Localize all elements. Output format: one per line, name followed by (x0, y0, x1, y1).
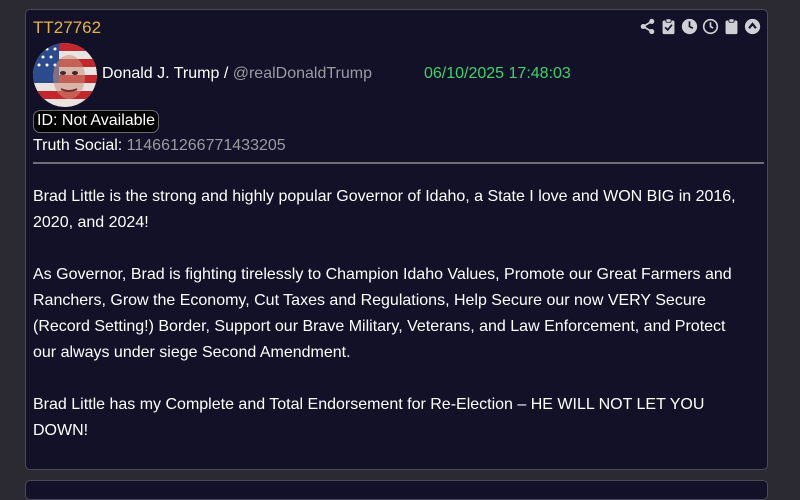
truth-social-line: Truth Social: 114661266771433205 (33, 137, 286, 155)
chevron-up-icon[interactable] (743, 17, 762, 36)
post-timestamp: 06/10/2025 17:48:03 (424, 65, 571, 82)
post-paragraph: As Governor, Brad is fighting tirelessly… (33, 266, 732, 361)
author-handle[interactable]: @realDonaldTrump (233, 65, 372, 82)
author-name: Donald J. Trump (102, 65, 220, 82)
post-paragraph: Brad Little is the strong and highly pop… (33, 188, 736, 231)
truth-social-label: Truth Social: (33, 137, 127, 154)
clipboard-icon[interactable] (722, 17, 741, 36)
post-card: TT27762 Donald J. Trump / @realDonaldTru… (25, 9, 768, 470)
avatar (33, 43, 97, 107)
share-icon[interactable] (638, 17, 657, 36)
clipboard-check-icon[interactable] (659, 17, 678, 36)
post-body: Brad Little is the strong and highly pop… (33, 184, 753, 470)
post-paragraph: Brad Little has my Complete and Total En… (33, 396, 705, 439)
author-separator: / (219, 65, 233, 82)
post-id: TT27762 (33, 18, 102, 37)
truth-social-id[interactable]: 114661266771433205 (127, 137, 286, 154)
clock-filled-icon[interactable] (680, 17, 699, 36)
post-toolbar (638, 17, 762, 36)
next-post-card (25, 480, 768, 500)
divider (33, 162, 764, 164)
id-badge: ID: Not Available (33, 110, 159, 133)
author-line: Donald J. Trump / @realDonaldTrump (102, 65, 372, 83)
clock-outline-icon[interactable] (701, 17, 720, 36)
